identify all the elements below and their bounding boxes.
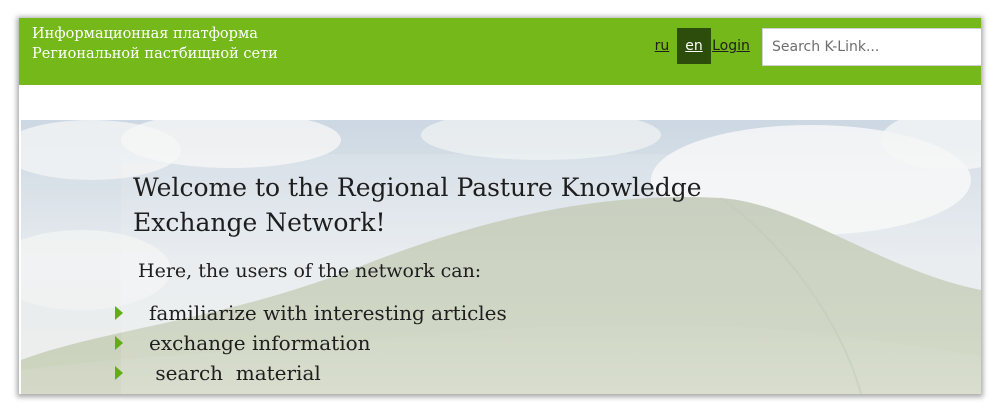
green-triangle-bullet-icon: [115, 336, 123, 350]
browser-page: Информационная платформа Региональной па…: [19, 18, 981, 394]
hero-banner: Welcome to the Regional Pasture Knowledg…: [21, 120, 981, 394]
list-item: familiarize with interesting articles: [115, 298, 507, 328]
site-brand[interactable]: Информационная платформа Региональной па…: [32, 24, 278, 64]
feature-text: exchange information: [149, 331, 371, 355]
search-input[interactable]: [762, 28, 981, 66]
login-link[interactable]: Login: [711, 28, 751, 64]
list-item: search material: [115, 358, 507, 388]
intro-text: Here, the users of the network can:: [138, 260, 482, 282]
brand-line-2: Региональной пастбищной сети: [32, 46, 278, 62]
welcome-heading: Welcome to the Regional Pasture Knowledg…: [133, 173, 702, 237]
hero-content: Welcome to the Regional Pasture Knowledg…: [21, 120, 981, 394]
lang-link-ru[interactable]: ru: [647, 28, 677, 64]
feature-list: familiarize with interesting articles ex…: [115, 298, 507, 388]
header-bar: Информационная платформа Региональной па…: [19, 18, 981, 85]
brand-line-1: Информационная платформа: [32, 26, 258, 42]
feature-text: search material: [149, 361, 321, 385]
green-triangle-bullet-icon: [115, 366, 123, 380]
lang-link-en-active[interactable]: en: [677, 28, 711, 64]
list-item: exchange information: [115, 328, 507, 358]
feature-text: familiarize with interesting articles: [149, 301, 507, 325]
green-triangle-bullet-icon: [115, 306, 123, 320]
language-switcher: ru en Login: [647, 28, 751, 64]
